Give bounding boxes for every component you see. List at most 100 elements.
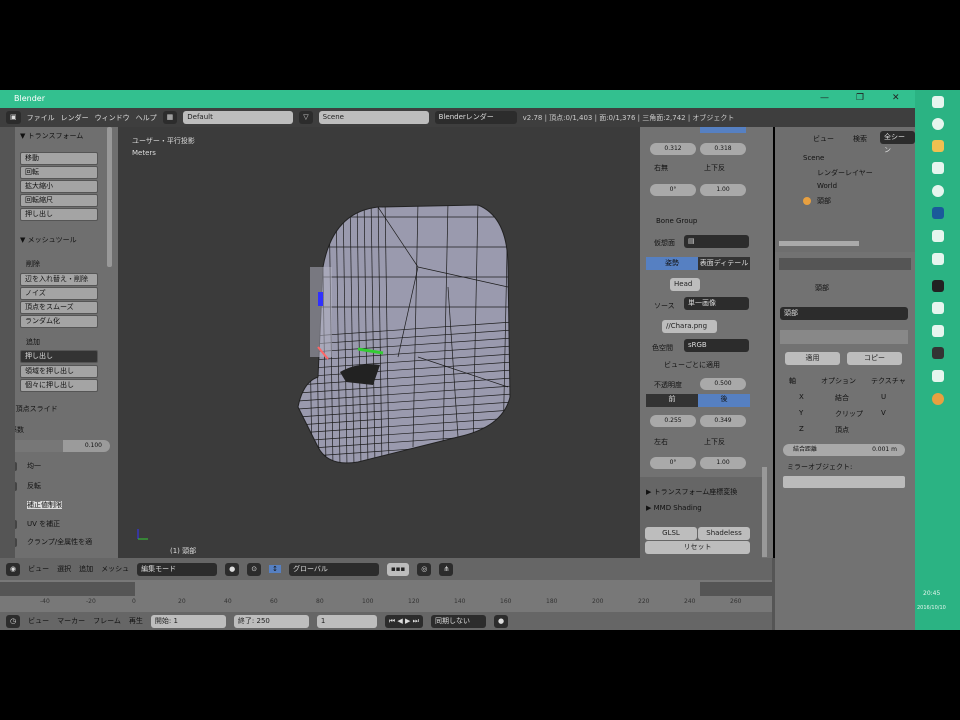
correct-uv-checkbox[interactable]: UV を補正 bbox=[8, 519, 98, 530]
offset-y2-field[interactable]: 0.349 bbox=[700, 415, 746, 427]
settings-icon[interactable] bbox=[932, 302, 944, 314]
start-icon[interactable] bbox=[932, 96, 944, 108]
flip-y2-check[interactable]: 上下反 bbox=[704, 437, 725, 447]
npanel-scrollbar[interactable] bbox=[762, 467, 767, 557]
even-checkbox[interactable]: 均一 bbox=[8, 461, 98, 472]
tab-image[interactable]: 姿勢 bbox=[646, 257, 698, 270]
glsl-button[interactable]: GLSL bbox=[645, 527, 697, 540]
shadeless-button[interactable]: Shadeless bbox=[698, 527, 750, 540]
tool-icon[interactable] bbox=[932, 280, 944, 292]
editor-type-icon[interactable]: ▣ bbox=[6, 111, 21, 124]
copy-button[interactable]: コピー bbox=[847, 352, 902, 365]
playback-controls[interactable]: ⏮ ◀ ▶ ⏭ bbox=[384, 614, 423, 628]
app-icon[interactable] bbox=[932, 140, 944, 152]
keyframe-record-button[interactable]: ● bbox=[493, 614, 509, 628]
axis-y-check[interactable]: Y bbox=[799, 409, 803, 417]
push-pull-button[interactable]: 押し出し bbox=[20, 208, 98, 221]
app2-icon[interactable] bbox=[932, 207, 944, 219]
menu-window[interactable]: ウィンドウ bbox=[95, 113, 130, 123]
mirror-object-field[interactable] bbox=[783, 476, 905, 488]
pivot-select[interactable]: ⊙ bbox=[247, 562, 262, 576]
orientation-select[interactable]: グローバル bbox=[288, 562, 379, 576]
outliner-item-world[interactable]: World bbox=[817, 182, 837, 190]
scale-button[interactable]: 拡大縮小 bbox=[20, 180, 98, 193]
menu-select[interactable]: 選択 bbox=[57, 564, 71, 574]
timeline-editor-type[interactable]: ◷ bbox=[6, 614, 21, 628]
front-toggle[interactable]: 前 bbox=[646, 394, 698, 407]
app3-icon[interactable] bbox=[932, 325, 944, 337]
extrude-dropdown[interactable]: 押し出し bbox=[20, 350, 98, 363]
end-frame-field[interactable]: 終了: 250 bbox=[233, 614, 309, 628]
toolshelf-scrollbar[interactable] bbox=[107, 127, 112, 267]
clock-date[interactable]: 2016/10/10 bbox=[917, 605, 946, 611]
outliner-item-renderlayers[interactable]: レンダーレイヤー bbox=[817, 168, 873, 178]
screen-layout-icon[interactable]: ▦ bbox=[162, 111, 178, 124]
u-check[interactable]: U bbox=[881, 393, 886, 401]
image-name-field[interactable]: Head bbox=[670, 278, 700, 291]
reset-button[interactable]: リセット bbox=[645, 541, 750, 554]
shrink-button[interactable]: 回転縮尺 bbox=[20, 194, 98, 207]
transform-section[interactable]: ▼ トランスフォーム bbox=[20, 131, 83, 141]
scene-field[interactable]: Scene bbox=[318, 111, 429, 124]
scene-icon[interactable]: ▽ bbox=[299, 111, 313, 124]
clock-time[interactable]: 20:45 bbox=[923, 590, 940, 597]
source-select[interactable]: 単一画像 bbox=[684, 297, 749, 310]
select-mode-buttons[interactable]: ▪▪▪ bbox=[386, 562, 410, 576]
axis-x-check[interactable]: X bbox=[799, 393, 804, 401]
apply-button[interactable]: 適用 bbox=[785, 352, 840, 365]
noise-button[interactable]: ノイズ bbox=[20, 287, 98, 300]
offset-x-field[interactable]: 0.312 bbox=[650, 143, 696, 155]
axis-select[interactable]: ▤ bbox=[684, 235, 749, 248]
menu-tl-view[interactable]: ビュー bbox=[28, 616, 49, 626]
modifier-slot-select[interactable]: 頭部 bbox=[780, 307, 908, 320]
manipulator-toggle[interactable]: ↕ bbox=[269, 565, 281, 573]
extrude-region-button[interactable]: 領域を押し出し bbox=[20, 365, 98, 378]
rotation-field[interactable]: 0° bbox=[650, 184, 696, 196]
offset-x2-field[interactable]: 0.255 bbox=[650, 415, 696, 427]
opacity-field[interactable]: 0.500 bbox=[700, 378, 746, 390]
filepath-field[interactable]: //Chara.png bbox=[662, 320, 717, 333]
menu-view[interactable]: ビュー bbox=[28, 564, 49, 574]
outliner-search-menu[interactable]: 検索 bbox=[853, 134, 867, 144]
properties-tabs[interactable] bbox=[779, 258, 911, 270]
chrome-icon[interactable] bbox=[932, 185, 944, 197]
vertex-slide-section[interactable]: ▼ 頂点スライド bbox=[8, 404, 58, 414]
timeline[interactable]: -40 -20 0 20 40 60 80 100 120 140 160 180 200 220 240 2… bbox=[0, 580, 772, 612]
axis-z-check[interactable]: Z bbox=[799, 425, 804, 433]
blender-icon[interactable] bbox=[932, 393, 944, 405]
render-engine-select[interactable]: Blenderレンダー bbox=[434, 111, 517, 124]
outliner-item-scene[interactable]: Scene bbox=[803, 154, 824, 162]
merge-check[interactable]: 結合 bbox=[835, 393, 849, 403]
app4-icon[interactable] bbox=[932, 347, 944, 359]
menu-playback[interactable]: 再生 bbox=[129, 616, 143, 626]
offset-y-field[interactable]: 0.318 bbox=[700, 143, 746, 155]
menu-add[interactable]: 追加 bbox=[79, 564, 93, 574]
sync-select[interactable]: 同期しない bbox=[430, 614, 486, 628]
rotation2-field[interactable]: 0° bbox=[650, 457, 696, 469]
current-frame-field[interactable]: 1 bbox=[316, 614, 377, 628]
mmd-shading-section[interactable]: ▶ MMD Shading bbox=[646, 504, 702, 512]
head-mesh[interactable] bbox=[118, 127, 640, 558]
back-toggle[interactable]: 後 bbox=[698, 394, 750, 407]
menu-render[interactable]: レンダー bbox=[61, 113, 89, 123]
snap-toggle[interactable]: ⋔ bbox=[439, 562, 454, 576]
smooth-button[interactable]: 頂点をスムーズ bbox=[20, 301, 98, 314]
extrude-individual-button[interactable]: 個々に押し出し bbox=[20, 379, 98, 392]
modifier-header[interactable] bbox=[780, 330, 908, 344]
randomize-button[interactable]: ランダム化 bbox=[20, 315, 98, 328]
bg-image-section[interactable]: Bone Group bbox=[656, 217, 697, 225]
folder-icon[interactable] bbox=[932, 162, 944, 174]
mesh-tools-section[interactable]: ▼ メッシュツール bbox=[20, 235, 77, 245]
outliner-view-menu[interactable]: ビュー bbox=[813, 134, 834, 144]
menu-mesh[interactable]: メッシュ bbox=[101, 564, 129, 574]
transform-orientation-section[interactable]: ▶ トランスフォーム座標変換 bbox=[646, 487, 737, 497]
editor-type-button[interactable]: ◉ bbox=[6, 562, 21, 576]
menu-marker[interactable]: マーカー bbox=[57, 616, 85, 626]
merge-distance-field[interactable]: 結合距離 0.001 m bbox=[783, 444, 905, 456]
flip-checkbox[interactable]: 反転 bbox=[8, 481, 98, 492]
size-field[interactable]: 1.00 bbox=[700, 184, 746, 196]
mode-select[interactable]: 編集モード bbox=[137, 562, 218, 576]
outliner-item-head[interactable]: 頭部 bbox=[817, 196, 831, 206]
3d-viewport[interactable]: ユーザー・平行投影 Meters (1) 頭部 bbox=[118, 127, 640, 558]
menu-frame[interactable]: フレーム bbox=[93, 616, 121, 626]
